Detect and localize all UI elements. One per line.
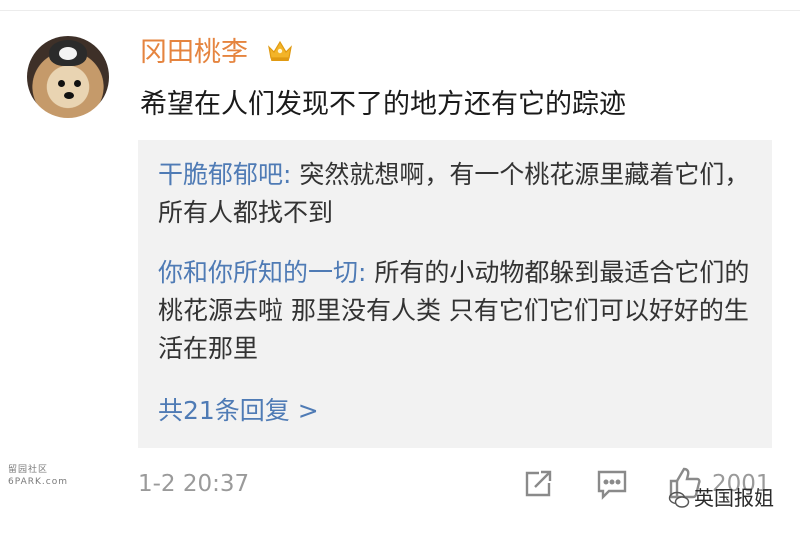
comment-username[interactable]: 冈田桃李 [140, 34, 248, 72]
avatar-eye-right [74, 80, 81, 87]
reply-item[interactable]: 干脆郁郁吧: 突然就想啊，有一个桃花源里藏着它们，所有人都找不到 [158, 156, 758, 232]
reply-username[interactable]: 干脆郁郁吧 [158, 160, 283, 189]
avatar-eye-left [58, 80, 65, 87]
wechat-icon [668, 491, 690, 508]
watermark-left-line2: 6PARK.com [8, 477, 68, 487]
crown-badge-icon [268, 40, 292, 61]
reply-icon[interactable] [595, 467, 629, 501]
avatar-nose [64, 92, 74, 99]
comment-timestamp: 1-2 20:37 [138, 471, 250, 497]
comment-text: 希望在人们发现不了的地方还有它的踪迹 [140, 89, 626, 120]
watermark-left-line1: 留园社区 [8, 465, 49, 475]
reply-separator: : [283, 160, 300, 189]
more-replies-link[interactable]: 共21条回复 > [158, 392, 319, 430]
reply-separator: : [358, 258, 375, 287]
avatar-hat [49, 40, 87, 66]
top-divider [0, 10, 800, 11]
watermark-left: 留园社区 6PARK.com [8, 464, 70, 488]
replies-box: 干脆郁郁吧: 突然就想啊，有一个桃花源里藏着它们，所有人都找不到 你和你所知的一… [138, 140, 772, 448]
share-icon[interactable] [521, 467, 555, 501]
reply-item[interactable]: 你和你所知的一切: 所有的小动物都躲到最适合它们的桃花源去啦 那里没有人类 只有… [158, 254, 758, 368]
avatar[interactable] [27, 36, 109, 118]
reply-username[interactable]: 你和你所知的一切 [158, 258, 358, 287]
watermark-right: 英国报姐 [694, 486, 774, 510]
